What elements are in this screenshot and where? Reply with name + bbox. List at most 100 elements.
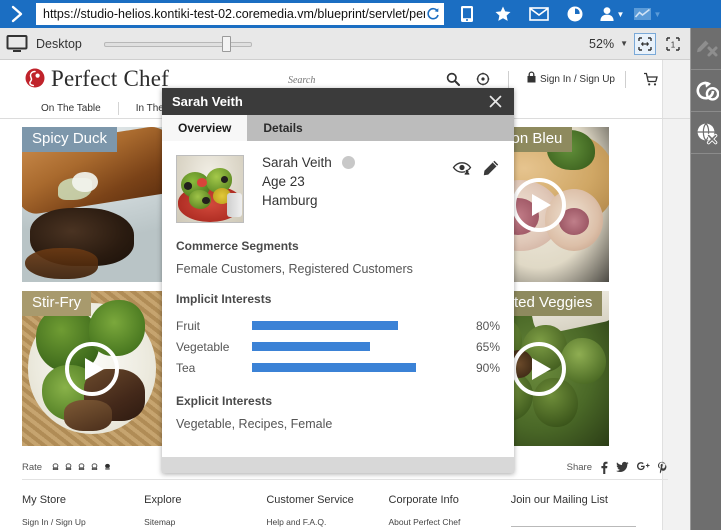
mailing-input-line[interactable] — [510, 517, 636, 527]
tab-overview[interactable]: Overview — [162, 115, 248, 141]
reload-icon[interactable] — [425, 6, 441, 22]
rating-stars[interactable] — [50, 458, 113, 476]
interest-value: 65% — [475, 339, 500, 354]
interest-bar-track — [252, 363, 434, 372]
search-field-wrap[interactable] — [287, 70, 438, 89]
interest-bar-fill — [252, 363, 416, 372]
search-input[interactable] — [287, 74, 438, 88]
analytics-icon[interactable]: ▼ — [630, 0, 664, 28]
profile-name: Sarah Veith — [262, 155, 332, 170]
rating-star[interactable] — [89, 458, 100, 476]
preview-eye-icon[interactable] — [452, 161, 472, 175]
edit-pencil-icon[interactable] — [482, 159, 500, 177]
device-width-slider[interactable] — [103, 35, 252, 52]
rate-label: Rate — [22, 461, 43, 473]
fit-width-icon[interactable] — [634, 32, 656, 55]
rating-star[interactable] — [76, 458, 87, 476]
rail-top-cap — [690, 0, 721, 28]
chevron-down-icon[interactable]: ▼ — [654, 10, 662, 19]
twitter-icon[interactable] — [616, 461, 629, 473]
facebook-icon[interactable] — [599, 461, 609, 474]
lock-icon — [527, 70, 536, 88]
google-plus-icon[interactable] — [636, 461, 650, 473]
device-preview-bar: Desktop 52% ▼ 1 — [0, 28, 690, 60]
footer-link[interactable]: Help and F.A.Q. — [266, 517, 388, 527]
recipe-tile[interactable]: Stir-Fry — [22, 291, 162, 446]
footer-heading: My Store — [22, 494, 67, 506]
play-button-icon[interactable] — [512, 341, 566, 396]
screen-root: https://studio-helios.kontiki-test-02.co… — [0, 0, 721, 530]
footer-column-customer-service: Customer Service Help and F.A.Q. — [266, 494, 388, 530]
nav-item-on-the-table[interactable]: On The Table — [24, 103, 118, 114]
browser-toolbar-icons: ▼ ▼ — [450, 0, 664, 28]
commerce-segments-heading: Commerce Segments — [176, 239, 299, 253]
sign-in-label: Sign In / Sign Up — [539, 73, 615, 85]
interest-row: Fruit 80% — [176, 315, 500, 336]
browser-toolbar: https://studio-helios.kontiki-test-02.co… — [0, 0, 721, 28]
profile-info: Sarah Veith Age 23 Hamburg — [262, 155, 355, 208]
refresh-circle-icon[interactable] — [691, 70, 721, 112]
svg-text:1: 1 — [671, 40, 676, 49]
explicit-interests-value: Vegetable, Recipes, Female — [176, 417, 333, 431]
implicit-interests-bars: Fruit 80% Vegetable 65% Tea 90% — [176, 315, 500, 378]
interest-label: Tea — [176, 360, 196, 375]
header-divider — [625, 70, 626, 88]
address-bar[interactable]: https://studio-helios.kontiki-test-02.co… — [36, 3, 444, 25]
footer-heading: Corporate Info — [388, 494, 459, 506]
play-button-icon[interactable] — [512, 177, 566, 232]
favorites-star-icon[interactable] — [486, 0, 520, 28]
commerce-segments-value: Female Customers, Registered Customers — [176, 262, 413, 276]
footer-link[interactable]: About Perfect Chef — [389, 517, 511, 527]
status-badge — [341, 156, 355, 169]
shopping-cart-icon[interactable] — [636, 66, 666, 92]
interest-bar-fill — [252, 342, 371, 351]
rating-star-filled[interactable] — [102, 458, 113, 476]
clock-icon[interactable] — [558, 0, 592, 28]
profile-actions — [452, 155, 500, 177]
footer-link[interactable]: Sitemap — [144, 517, 266, 527]
footer-link[interactable]: Sign In / Sign Up — [22, 517, 144, 527]
chevron-down-icon[interactable]: ▼ — [620, 39, 628, 48]
user-icon[interactable]: ▼ — [594, 0, 628, 28]
tab-details[interactable]: Details — [247, 115, 318, 141]
page-viewport: Perfect Chef Search Sign In / Sign Up On… — [0, 60, 690, 530]
rating-star[interactable] — [63, 458, 74, 476]
mobile-preview-icon[interactable] — [450, 0, 484, 28]
edit-disabled-icon[interactable] — [691, 28, 721, 70]
actual-size-icon[interactable]: 1 — [662, 33, 684, 55]
site-footer: My Store Sign In / Sign Up Explore Sitem… — [22, 494, 668, 530]
chevron-right-icon[interactable] — [0, 0, 36, 28]
globe-disabled-icon[interactable] — [691, 112, 721, 154]
panel-title: Sarah Veith — [172, 94, 243, 109]
close-icon[interactable] — [486, 93, 504, 111]
slider-thumb[interactable] — [221, 35, 231, 52]
mail-icon[interactable] — [522, 0, 556, 28]
header-divider — [507, 70, 509, 88]
brand-name: Perfect Chef — [51, 66, 169, 91]
profile-city: Hamburg — [262, 193, 318, 208]
device-selector[interactable]: Desktop — [6, 34, 252, 54]
profile-block: Sarah Veith Age 23 Hamburg — [176, 155, 500, 223]
pinterest-icon[interactable] — [657, 461, 668, 474]
footer-heading: Join our Mailing List — [510, 494, 608, 506]
zoom-level-value[interactable]: 52% — [589, 37, 614, 51]
zoom-controls: 52% ▼ 1 — [589, 32, 684, 55]
rating-star[interactable] — [50, 458, 61, 476]
tile-column: Spicy Duck Stir-Fry — [22, 127, 162, 446]
footer-column-mailing-list: Join our Mailing List Your E-Mail-Addres… — [510, 494, 668, 530]
implicit-interests-heading: Implicit Interests — [176, 292, 272, 306]
interest-bar-track — [252, 321, 434, 330]
recipe-tile-label: Stir-Fry — [22, 291, 92, 316]
interest-label: Fruit — [176, 318, 200, 333]
footer-column-explore: Explore Sitemap — [144, 494, 266, 530]
chevron-down-icon[interactable]: ▼ — [617, 10, 625, 19]
play-button-icon[interactable] — [65, 341, 119, 396]
sign-in-link[interactable]: Sign In / Sign Up — [527, 70, 615, 88]
interest-label: Vegetable — [176, 339, 230, 354]
address-bar-text: https://studio-helios.kontiki-test-02.co… — [43, 7, 425, 21]
profile-name-row: Sarah Veith — [262, 155, 355, 170]
explicit-interests-heading: Explicit Interests — [176, 394, 273, 408]
recipe-tile[interactable]: Spicy Duck — [22, 127, 162, 282]
panel-footer — [162, 457, 514, 473]
interest-row: Tea 90% — [176, 357, 500, 378]
